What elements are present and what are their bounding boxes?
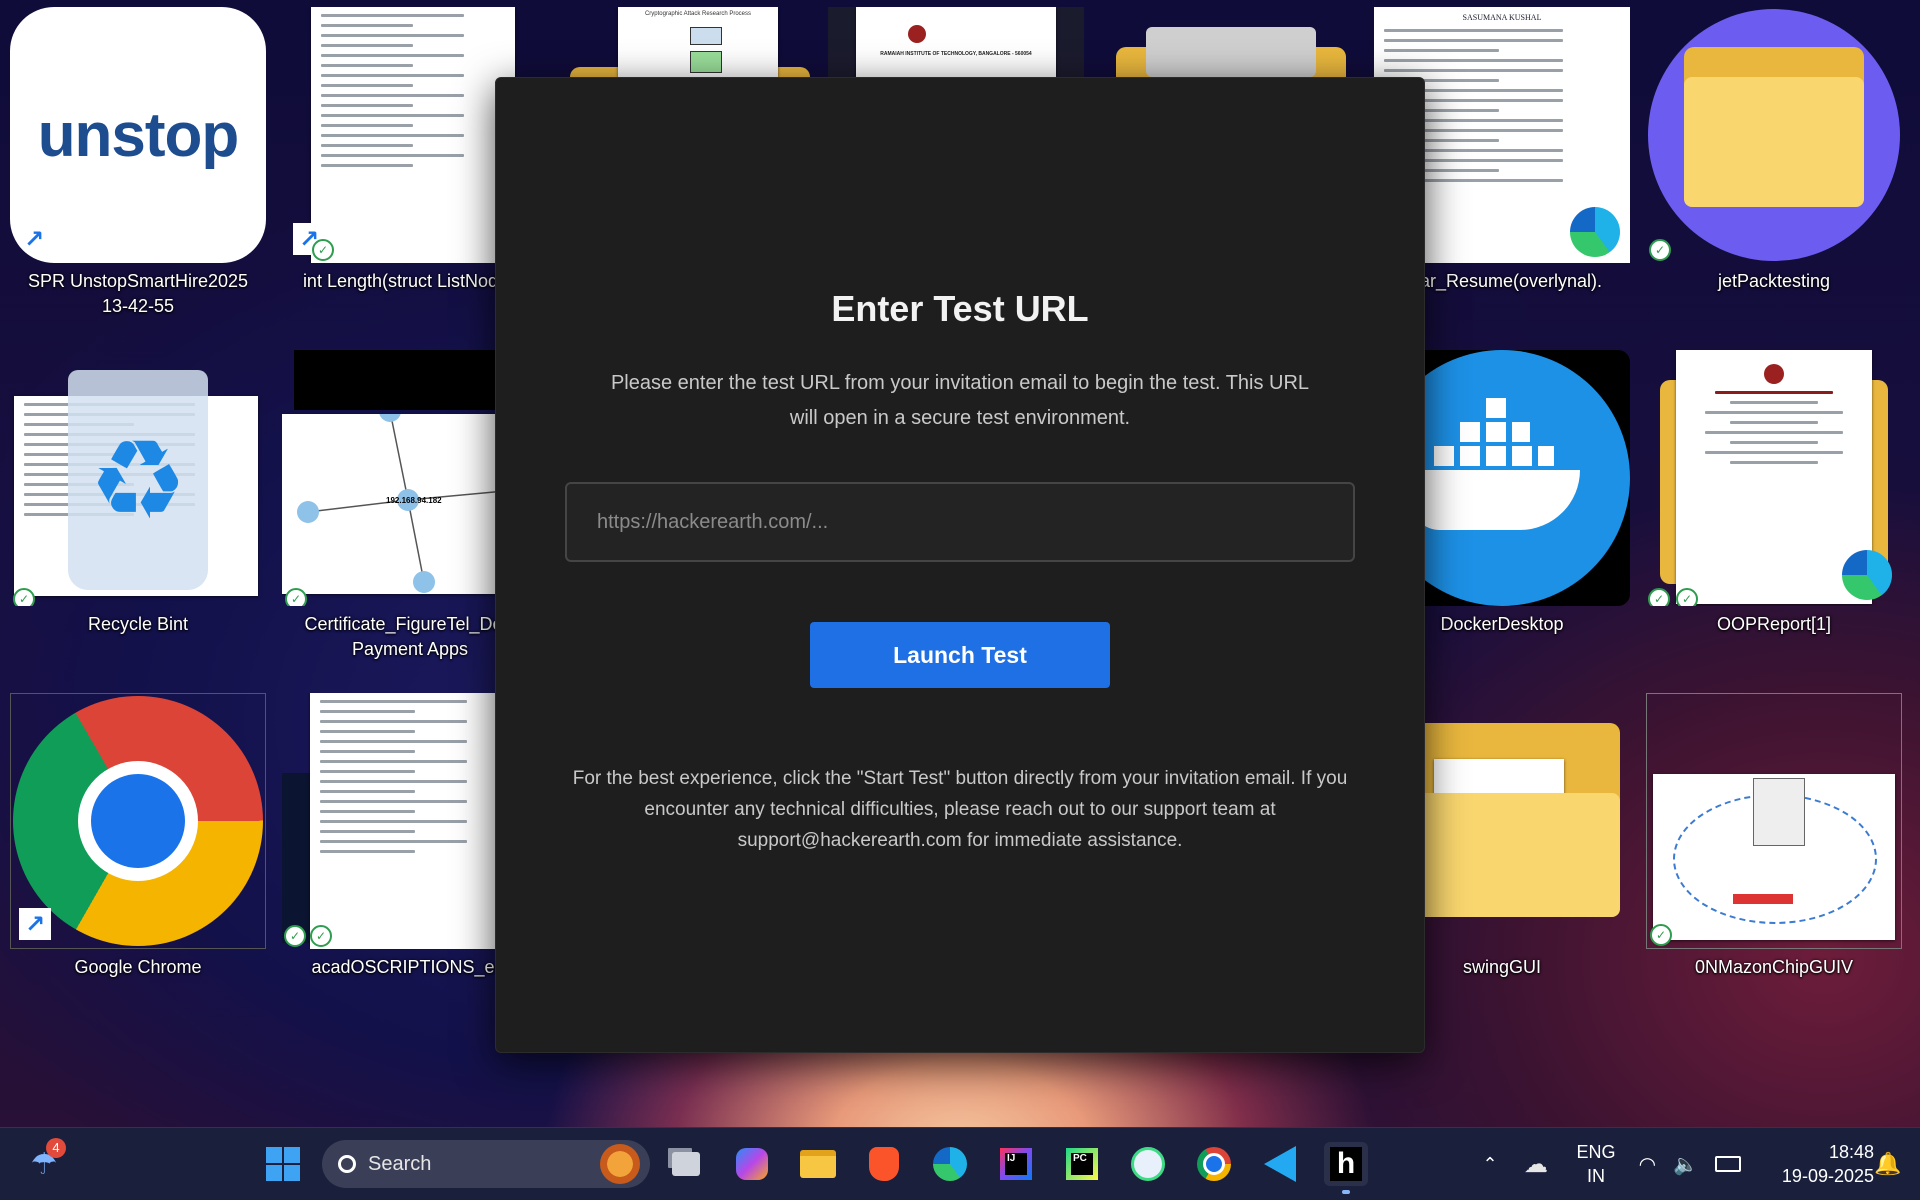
search-highlight-icon (600, 1144, 640, 1184)
desktop-icon-label: jetPacktesting (1717, 271, 1831, 291)
chrome-icon (1197, 1147, 1231, 1181)
region-code: IN (1587, 1166, 1605, 1186)
vscode-icon (1264, 1146, 1296, 1182)
search-label: Search (368, 1152, 432, 1175)
quick-settings-button[interactable]: ◠ 🔈 (1630, 1142, 1750, 1186)
hackerearth-icon: h (1330, 1147, 1362, 1181)
launch-test-button[interactable]: Launch Test (810, 622, 1110, 688)
dialog-title: Enter Test URL (831, 288, 1089, 329)
shortcut-arrow-icon: ↗ (19, 908, 51, 940)
task-view-button[interactable] (664, 1142, 708, 1186)
file-explorer-button[interactable] (796, 1142, 840, 1186)
notification-bell-icon: 🔔 (1874, 1151, 1902, 1176)
vscode-button[interactable] (1258, 1142, 1302, 1186)
android-studio-icon (1131, 1147, 1165, 1181)
search-icon (338, 1155, 356, 1173)
desktop-icon-label: Recycle Bint (87, 614, 189, 634)
chrome-thumbnail: ↗ (10, 693, 266, 949)
clock-time: 18:48 (1828, 1142, 1874, 1162)
sync-check-icon: ✓ (1676, 588, 1698, 606)
edge-icon (933, 1147, 967, 1181)
taskbar-search[interactable]: Search (322, 1140, 650, 1188)
sync-check-icon: ✓ (1650, 924, 1672, 946)
sync-check-icon: ✓ (1649, 239, 1671, 261)
notifications-button[interactable]: 🔔 (1866, 1142, 1910, 1186)
file-explorer-icon (800, 1150, 836, 1178)
recycle-bin-thumbnail: ♻ ✓ (10, 350, 266, 606)
diagram-title: Cryptographic Attack Research Process (644, 11, 752, 17)
shortcut-arrow-icon: ↗ (18, 223, 50, 255)
unstop-app-icon: unstop ↗ (10, 7, 266, 263)
language-code: ENG (1576, 1142, 1616, 1162)
edge-icon (1842, 550, 1892, 600)
recycle-bin-icon: ♻ (68, 370, 208, 590)
edge-icon (1570, 207, 1620, 257)
task-view-icon (672, 1152, 700, 1176)
test-url-input[interactable] (565, 482, 1355, 562)
clock-date: 19-09-2025 (1781, 1166, 1874, 1186)
copilot-button[interactable] (730, 1142, 774, 1186)
chrome-button[interactable] (1192, 1142, 1236, 1186)
onedrive-button[interactable]: ☁ (1514, 1142, 1558, 1186)
dialog-description: Please enter the test URL from your invi… (610, 372, 1310, 429)
desktop-icon-label: SPR UnstopSmartHire2025 13-42-55 (27, 271, 249, 316)
desktop-icon-label: 0NMazonChipGUIV (1694, 957, 1854, 977)
graph-node-label: 192.168.94.182 (386, 496, 442, 505)
cloud-icon: ☁ (1524, 1150, 1548, 1178)
volume-icon: 🔈 (1673, 1153, 1699, 1176)
show-hidden-icons-button[interactable]: ⌃ (1468, 1142, 1512, 1186)
battery-icon (1715, 1156, 1742, 1172)
active-app-indicator (1342, 1190, 1350, 1194)
edge-button[interactable] (928, 1142, 972, 1186)
windows-start-icon (266, 1147, 300, 1181)
pycharm-button[interactable]: PC (1060, 1142, 1104, 1186)
sync-check-icon: ✓ (310, 925, 332, 947)
enter-test-url-dialog: Enter Test URL Please enter the test URL… (495, 77, 1425, 1053)
sync-check-icon: ✓ (1648, 588, 1670, 606)
taskbar: ☂ 4 Search IJ PC h ⌃ ☁ ENG IN ◠ 🔈 18:48 … (0, 1127, 1920, 1200)
brave-icon (869, 1147, 899, 1181)
report-thumbnail: ✓ ✓ (1646, 350, 1902, 606)
network-thumbnail: ✓ (1646, 693, 1902, 949)
copilot-icon (736, 1148, 768, 1180)
hackerearth-button[interactable]: h (1324, 1142, 1368, 1194)
pycharm-icon: PC (1066, 1148, 1098, 1180)
dialog-help-text: For the best experience, click the "Star… (572, 768, 1348, 851)
clock[interactable]: 18:48 19-09-2025 (1754, 1140, 1874, 1188)
intellij-button[interactable]: IJ (994, 1142, 1038, 1186)
wifi-icon: ◠ (1638, 1153, 1657, 1176)
sync-check-icon: ✓ (285, 588, 307, 606)
unstop-logo: unstop (37, 100, 240, 170)
start-button[interactable] (261, 1142, 305, 1186)
intellij-icon: IJ (1000, 1148, 1032, 1180)
weather-badge: 4 (46, 1138, 66, 1158)
android-studio-button[interactable] (1126, 1142, 1170, 1186)
language-indicator[interactable]: ENG IN (1568, 1140, 1624, 1188)
weather-widget[interactable]: ☂ 4 (22, 1138, 66, 1186)
resume-name: SASUMANA KUSHAL (1462, 13, 1542, 22)
brave-button[interactable] (862, 1142, 906, 1186)
folder-icon: ✓ (1646, 7, 1902, 263)
sync-check-icon: ✓ (284, 925, 306, 947)
sync-check-icon: ✓ (13, 588, 35, 606)
report-title: RAMAIAH INSTITUTE OF TECHNOLOGY, BANGALO… (880, 51, 1032, 57)
chevron-up-icon: ⌃ (1482, 1153, 1498, 1174)
sync-check-icon: ✓ (312, 239, 334, 261)
desktop-icon-label: OOPReport[1] (1716, 614, 1832, 634)
desktop-icon-label: Google Chrome (74, 957, 202, 977)
